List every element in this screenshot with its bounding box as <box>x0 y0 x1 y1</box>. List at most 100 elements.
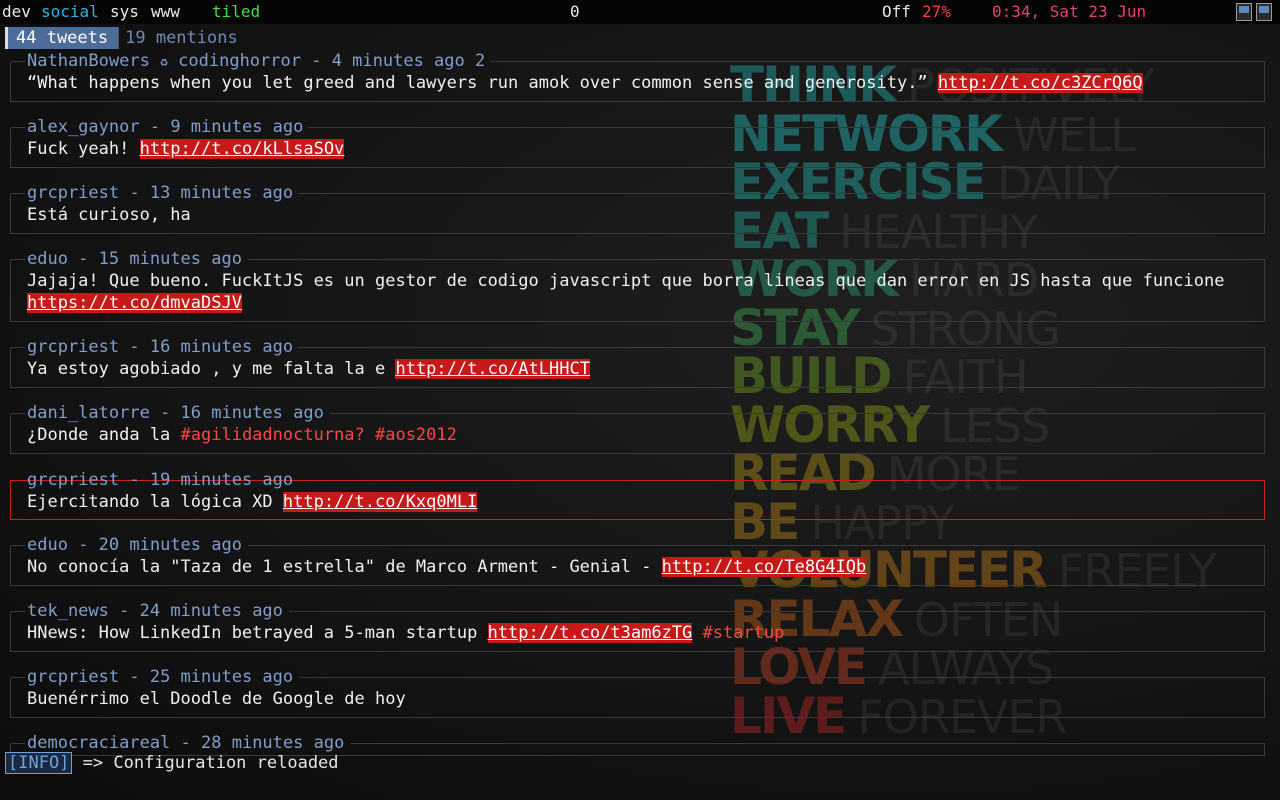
tweet-border <box>11 545 25 546</box>
tweet-link[interactable]: http://t.co/Kxq0MLI <box>282 492 478 512</box>
tweet-text: ¿Donde anda la <box>27 425 181 445</box>
tweet-body: Jajaja! Que bueno. FuckItJS es un gestor… <box>27 270 1247 314</box>
status-line: [INFO] => Configuration reloaded <box>5 752 339 774</box>
tweet-header: eduo - 20 minutes ago <box>27 535 242 555</box>
layout-indicator[interactable]: tiled <box>212 0 260 24</box>
tweet-time: 25 minutes ago <box>149 667 294 687</box>
info-badge: [INFO] <box>5 752 73 774</box>
computer-icon[interactable] <box>1236 3 1252 21</box>
tweet-item[interactable]: grcpriest - 25 minutes ago Buenérrimo el … <box>10 667 1265 718</box>
tweet-body: HNews: How LinkedIn betrayed a 5-man sta… <box>27 622 1247 644</box>
tweet-border <box>491 61 1265 62</box>
tweet-link[interactable]: https://t.co/dmvaDSJV <box>27 293 242 313</box>
tweet-border <box>299 677 1265 678</box>
tweet-time: 28 minutes ago <box>201 733 345 753</box>
retweet-original-author[interactable]: codinghorror <box>178 51 301 71</box>
tweet-author[interactable]: grcpriest <box>27 667 119 687</box>
tweet-author[interactable]: grcpriest <box>27 470 119 490</box>
tweet-item[interactable]: grcpriest - 13 minutes ago Está curioso, … <box>10 183 1265 234</box>
tweet-body: No conocía la "Taza de 1 estrella" de Ma… <box>27 556 1247 578</box>
tweet-text: “What happens when you let greed and law… <box>27 73 938 93</box>
tweet-border <box>11 677 25 678</box>
tweet-author[interactable]: dani_latorre <box>27 403 150 423</box>
tweet-header: NathanBowers ♻ codinghorror - 4 minutes … <box>27 51 486 71</box>
workspace-sys[interactable]: sys <box>110 0 139 24</box>
tweet-body: ¿Donde anda la #agilidadnocturna? #aos20… <box>27 424 1247 446</box>
tweet-border <box>11 611 25 612</box>
tab-mentions[interactable]: 19 mentions <box>118 27 244 49</box>
tweet-item[interactable]: tek_news - 24 minutes ago HNews: How Link… <box>10 601 1265 652</box>
tweet-time: 4 minutes ago <box>331 51 465 71</box>
tweet-hashtags[interactable]: #startup <box>692 623 785 643</box>
tweet-text: Buenérrimo el Doodle de Google de hoy <box>27 689 406 709</box>
workspace-social[interactable]: social <box>41 0 99 24</box>
status-off: Off <box>882 2 911 21</box>
tweet-header: grcpriest - 13 minutes ago <box>27 183 294 203</box>
tweet-text: Ejercitando la lógica XD <box>27 492 283 512</box>
tweet-border <box>11 259 25 260</box>
tweet-author[interactable]: NathanBowers <box>27 51 150 71</box>
tweet-border <box>11 61 25 62</box>
tweet-item[interactable]: eduo - 15 minutes ago Jajaja! Que bueno. … <box>10 249 1265 322</box>
tweet-link[interactable]: http://t.co/c3ZCrQ6Q <box>937 73 1143 93</box>
tweet-author[interactable]: grcpriest <box>27 183 119 203</box>
tweet-link[interactable]: http://t.co/Te8G4IQb <box>661 557 867 577</box>
retweet-icon: ♻ <box>160 55 168 70</box>
tweet-header: dani_latorre - 16 minutes ago <box>27 403 324 423</box>
workspace-dev[interactable]: dev <box>2 0 31 24</box>
tweet-text: Fuck yeah! <box>27 139 140 159</box>
tweet-border <box>299 347 1265 348</box>
tweet-author[interactable]: democraciareal <box>27 733 170 753</box>
tweet-time: 20 minutes ago <box>98 535 242 555</box>
retweet-count: 2 <box>475 51 486 71</box>
tweet-author[interactable]: tek_news <box>27 601 109 621</box>
tweet-item[interactable]: grcpriest - 19 minutes ago Ejercitando la… <box>10 470 1265 520</box>
tweet-item[interactable]: dani_latorre - 16 minutes ago ¿Donde anda… <box>10 403 1265 454</box>
tweet-body: Está curioso, ha <box>27 204 1247 226</box>
tweet-item[interactable]: grcpriest - 16 minutes ago Ya estoy agobi… <box>10 337 1265 388</box>
tweet-item[interactable]: alex_gaynor - 9 minutes ago Fuck yeah! ht… <box>10 117 1265 168</box>
tweet-header: grcpriest - 25 minutes ago <box>27 667 294 687</box>
tweet-body: Buenérrimo el Doodle de Google de hoy <box>27 688 1247 710</box>
tab-tweets[interactable]: 44 tweets <box>5 27 119 49</box>
tweet-link[interactable]: http://t.co/AtLHHCT <box>395 359 590 379</box>
tweet-header: democraciareal - 28 minutes ago <box>27 733 345 753</box>
tweet-author[interactable]: eduo <box>27 249 68 269</box>
tweet-time: 19 minutes ago <box>149 470 294 490</box>
tweet-time: 13 minutes ago <box>149 183 294 203</box>
tweet-border <box>11 347 25 348</box>
clock: 0:34, Sat 23 Jun <box>992 2 1147 21</box>
tweet-header: grcpriest - 19 minutes ago <box>27 470 294 490</box>
tweet-author[interactable]: eduo <box>27 535 68 555</box>
tweet-border <box>11 127 25 128</box>
tweet-item[interactable]: eduo - 20 minutes ago No conocía la "Taza… <box>10 535 1265 586</box>
tweet-author[interactable]: alex_gaynor <box>27 117 140 137</box>
tweet-body: “What happens when you let greed and law… <box>27 72 1247 94</box>
tweet-time: 15 minutes ago <box>98 249 242 269</box>
tweet-border <box>309 127 1265 128</box>
tweet-body: Ya estoy agobiado , y me falta la e http… <box>27 358 1247 380</box>
tweet-body: Fuck yeah! http://t.co/kLlsaSOv <box>27 138 1247 160</box>
status-bar: dev social sys www tiled 0 Off 27% 0:34,… <box>0 0 1280 24</box>
tweet-body: Ejercitando la lógica XD http://t.co/Kxq… <box>27 491 1247 513</box>
workspace-www[interactable]: www <box>151 0 180 24</box>
tweet-text: HNews: How LinkedIn betrayed a 5-man sta… <box>27 623 488 643</box>
tweet-link[interactable]: http://t.co/t3am6zTG <box>487 623 693 643</box>
tweet-text: Ya estoy agobiado , y me falta la e <box>27 359 396 379</box>
document-icon[interactable] <box>1256 3 1272 21</box>
tweet-item[interactable]: NathanBowers ♻ codinghorror - 4 minutes … <box>10 51 1265 102</box>
tweet-border <box>299 193 1265 194</box>
tweet-header: eduo - 15 minutes ago <box>27 249 242 269</box>
tweet-border <box>288 611 1265 612</box>
tweet-border <box>11 413 25 414</box>
tweet-border <box>247 259 1265 260</box>
tweet-link[interactable]: http://t.co/kLlsaSOv <box>139 139 345 159</box>
tweet-border <box>247 545 1265 546</box>
tweet-author[interactable]: grcpriest <box>27 337 119 357</box>
counter: 0 <box>570 2 580 21</box>
tweet-header: alex_gaynor - 9 minutes ago <box>27 117 304 137</box>
tweet-text: Jajaja! Que bueno. FuckItJS es un gestor… <box>27 271 1235 291</box>
tweet-hashtags[interactable]: #agilidadnocturna? #aos2012 <box>181 425 457 445</box>
tweet-time: 24 minutes ago <box>139 601 283 621</box>
tweet-time: 16 minutes ago <box>149 337 294 357</box>
